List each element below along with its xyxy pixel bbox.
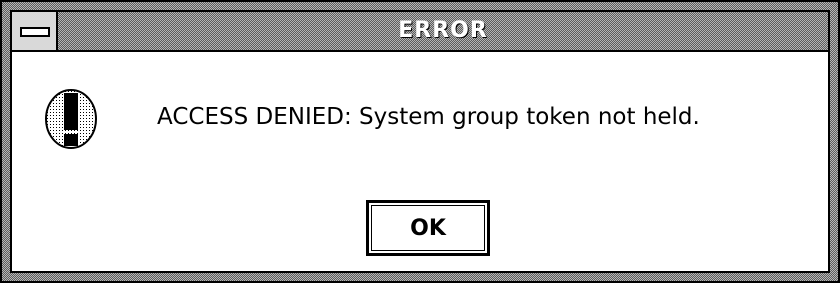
dialog-body: ACCESS DENIED: System group token not he…: [12, 52, 828, 271]
title-bar[interactable]: ERROR: [12, 12, 828, 52]
system-menu-button[interactable]: [12, 12, 58, 50]
error-message: ACCESS DENIED: System group token not he…: [157, 104, 700, 130]
ok-button[interactable]: OK: [366, 200, 490, 256]
dialog-frame: ERROR ACCESS DENIED: System group token …: [10, 10, 830, 273]
minus-icon: [20, 27, 50, 37]
window-title: ERROR: [398, 18, 488, 43]
error-dialog-window: ERROR ACCESS DENIED: System group token …: [0, 0, 840, 283]
exclamation-icon: [45, 89, 97, 149]
